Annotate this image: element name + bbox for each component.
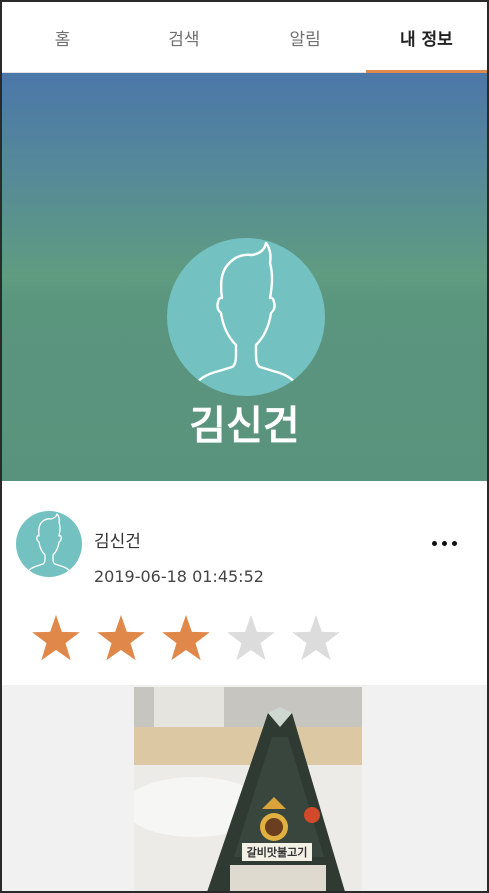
review-photo[interactable]: 갈비맛불고기	[134, 687, 362, 891]
star-filled-icon[interactable]	[160, 613, 212, 665]
post-author-name: 김신건	[94, 532, 141, 552]
photo-container: 갈비맛불고기	[2, 685, 487, 891]
star-filled-icon[interactable]	[95, 613, 147, 665]
dot	[441, 540, 447, 546]
tab-search[interactable]: 검색	[123, 2, 244, 72]
tab-home[interactable]: 홈	[2, 2, 123, 72]
tab-bar: 홈 검색 알림 내 정보	[2, 2, 487, 73]
review-post: 김신건 2019-06-18 01:45:52	[2, 481, 487, 691]
star-filled-icon[interactable]	[30, 613, 82, 665]
svg-text:갈비맛불고기: 갈비맛불고기	[247, 845, 308, 859]
profile-name: 김신건	[189, 403, 300, 449]
author-avatar[interactable]	[16, 511, 82, 577]
profile-header: 김신건	[2, 73, 487, 481]
post-timestamp: 2019-06-18 01:45:52	[94, 567, 264, 586]
dot	[431, 540, 437, 546]
star-empty-icon[interactable]	[290, 613, 342, 665]
app-screen: 홈 검색 알림 내 정보 김신건 김신건 2019-06-18 01:45:52	[0, 0, 489, 893]
dot	[451, 540, 457, 546]
onigiri-photo-image: 갈비맛불고기	[134, 687, 362, 891]
tab-my-info[interactable]: 내 정보	[365, 2, 487, 73]
more-options-icon[interactable]	[422, 531, 466, 555]
user-silhouette-icon	[24, 513, 74, 577]
profile-avatar[interactable]	[167, 238, 325, 396]
tab-notifications[interactable]: 알림	[245, 2, 366, 72]
star-empty-icon[interactable]	[225, 613, 277, 665]
star-rating	[30, 613, 342, 665]
user-silhouette-icon	[189, 241, 303, 396]
